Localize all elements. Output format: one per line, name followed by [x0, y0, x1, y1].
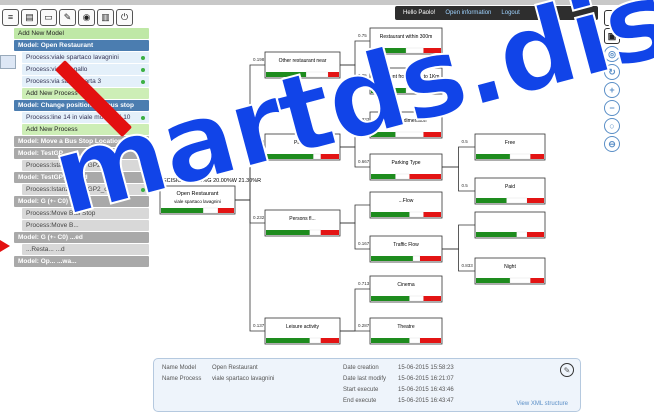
edge-weight: 0.287: [358, 323, 370, 328]
red-bar: [423, 296, 441, 301]
node-title: Parking Type: [391, 160, 420, 166]
green-bar: [371, 338, 410, 343]
red-bar: [423, 212, 441, 217]
date-modify-label: Date last modify: [343, 376, 387, 382]
tree-node-cinema[interactable]: Cinema: [369, 275, 443, 303]
name-model-value: Open Restaurant: [212, 365, 258, 371]
red-bar: [530, 154, 544, 159]
white-bar: [509, 277, 531, 284]
node-title: Theatre: [397, 324, 414, 330]
green-bar: [476, 198, 507, 203]
green-bar: [371, 296, 410, 301]
red-bar: [420, 256, 441, 261]
green-bar: [266, 230, 310, 235]
start-execute-value: 15-06-2015 16:43:46: [398, 387, 454, 393]
red-bar: [527, 232, 544, 237]
node-title: Leisure activity: [286, 324, 320, 330]
tree-node-leisure[interactable]: Leisure activity: [264, 317, 341, 345]
green-bar: [476, 232, 517, 237]
white-bar: [309, 337, 321, 344]
name-process-value: viale spartaco lavagnini: [212, 376, 275, 382]
green-bar: [371, 174, 396, 179]
edge-weight: 0.137: [253, 323, 265, 328]
red-bar: [409, 174, 441, 179]
view-xml-link[interactable]: View XML structure: [516, 401, 568, 407]
edit-icon[interactable]: ✎: [560, 363, 574, 377]
white-bar: [309, 229, 321, 236]
tree-node-paid[interactable]: Paid: [474, 177, 546, 205]
white-bar: [395, 173, 410, 180]
end-execute-value: 15-06-2015 16:43:47: [398, 398, 454, 404]
process-info-panel: Name Model Open Restaurant Name Process …: [153, 358, 581, 412]
green-bar: [371, 212, 410, 217]
tree-node-free[interactable]: Free: [474, 133, 546, 161]
tree-node-persons[interactable]: Persons fl...: [264, 209, 341, 237]
node-title: Cinema: [397, 282, 414, 288]
name-model-label: Name Model: [162, 365, 197, 371]
tree-edge: [442, 166, 475, 192]
white-bar: [516, 231, 528, 238]
tree-node-day[interactable]: [474, 211, 546, 239]
tree-node-theatre[interactable]: Theatre: [369, 317, 443, 345]
date-modify-value: 15-06-2015 16:21:07: [398, 376, 454, 382]
white-bar: [412, 255, 421, 262]
edge-weight: 0.167: [358, 241, 370, 246]
white-bar: [203, 207, 219, 214]
node-title: Traffic Flow: [393, 242, 419, 248]
red-bar: [527, 198, 544, 203]
node-title: Night: [504, 264, 516, 270]
tree-node-tflow[interactable]: Traffic Flow: [369, 235, 443, 263]
name-process-label: Name Process: [162, 376, 202, 382]
date-creation-value: 15-06-2015 15:58:23: [398, 365, 454, 371]
white-bar: [409, 295, 424, 302]
date-creation-label: Date creation: [343, 365, 379, 371]
tree-edge: [442, 146, 475, 168]
red-bar: [320, 230, 339, 235]
tree-node-pflow[interactable]: ...Flow: [369, 191, 443, 219]
edge-weight: 0.232: [253, 215, 265, 220]
edge-weight: 0.833: [462, 263, 474, 268]
start-execute-label: Start execute: [343, 387, 379, 393]
red-bar: [320, 338, 339, 343]
white-bar: [409, 211, 424, 218]
node-title: Paid: [505, 184, 515, 190]
edge-weight: 0.713: [358, 281, 370, 286]
node-title: ...Flow: [399, 198, 414, 204]
white-bar: [509, 153, 531, 160]
green-bar: [266, 338, 310, 343]
edge-weight: 0.5: [462, 183, 469, 188]
green-bar: [476, 154, 510, 159]
tree-edge: [340, 204, 370, 224]
tree-edge: [442, 224, 475, 250]
node-title: Free: [505, 140, 516, 146]
green-bar: [476, 278, 510, 283]
red-arrow-mark: [0, 240, 10, 252]
tree-node-night[interactable]: Night: [474, 257, 546, 285]
white-bar: [409, 337, 421, 344]
end-execute-label: End execute: [343, 398, 377, 404]
edge-weight: 0.5: [462, 139, 469, 144]
white-bar: [506, 197, 528, 204]
green-bar: [371, 256, 413, 261]
red-bar: [530, 278, 544, 283]
red-bar: [217, 208, 234, 213]
node-title: Persons fl...: [289, 216, 315, 222]
red-bar: [420, 338, 441, 343]
